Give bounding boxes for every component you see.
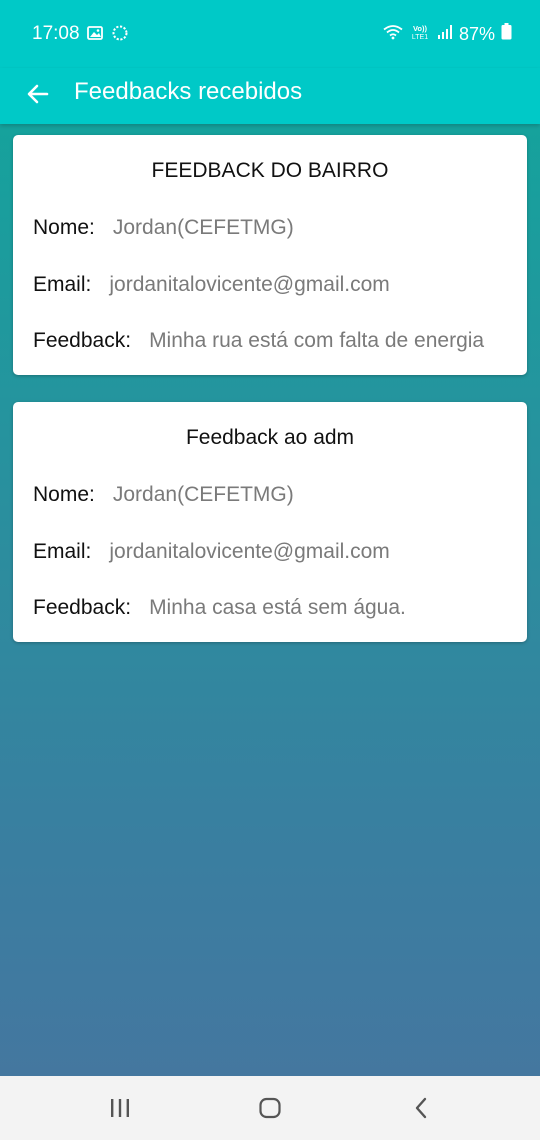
recents-icon — [111, 1099, 129, 1117]
back-button[interactable] — [22, 78, 54, 110]
nome-row: Nome: Jordan(CEFETMG) — [33, 480, 515, 510]
battery-icon — [501, 23, 512, 45]
back-icon — [415, 1097, 427, 1119]
email-row: Email: jordanitalovicente@gmail.com — [33, 537, 515, 567]
feedback-card: FEEDBACK DO BAIRRO Nome: Jordan(CEFETMG) … — [13, 135, 527, 375]
system-nav-bar — [0, 1076, 540, 1140]
feedback-row: Feedback: Minha casa está sem água. — [33, 593, 515, 623]
status-system-icons: Vo)) LTE1 87% — [383, 22, 512, 46]
email-label: Email: — [33, 540, 92, 563]
battery-percent: 87% — [458, 24, 495, 44]
status-time: 17:08 — [32, 23, 80, 44]
volte-icon: Vo)) LTE1 — [409, 23, 431, 46]
home-button[interactable] — [250, 1094, 290, 1122]
svg-text:Vo)): Vo)) — [413, 24, 428, 33]
home-icon — [259, 1097, 281, 1119]
nome-row: Nome: Jordan(CEFETMG) — [33, 213, 515, 243]
email-value: jordanitalovicente@gmail.com — [109, 540, 390, 563]
app-bar: Feedbacks recebidos — [0, 68, 540, 124]
feedback-card-title: FEEDBACK DO BAIRRO — [151, 159, 389, 182]
feedback-card: Feedback ao adm Nome: Jordan(CEFETMG) Ema… — [13, 402, 527, 642]
nome-label: Nome: — [33, 216, 95, 239]
status-notification-icons — [87, 24, 129, 47]
nome-value: Jordan(CEFETMG) — [112, 216, 294, 239]
recents-button[interactable] — [100, 1094, 140, 1122]
feedback-label: Feedback: — [33, 596, 132, 619]
svg-text:LTE1: LTE1 — [412, 34, 428, 41]
feedback-row: Feedback: Minha rua está com falta de ene… — [33, 326, 515, 356]
arrow-back-icon — [27, 84, 49, 104]
feedback-card-title: Feedback ao adm — [185, 426, 355, 449]
nome-value: Jordan(CEFETMG) — [112, 483, 294, 506]
nav-back-button[interactable] — [402, 1094, 442, 1122]
email-row: Email: jordanitalovicente@gmail.com — [33, 270, 515, 300]
feedback-value: Minha casa está sem água. — [149, 596, 406, 619]
email-value: jordanitalovicente@gmail.com — [109, 273, 390, 296]
nome-label: Nome: — [33, 483, 95, 506]
page-title: Feedbacks recebidos — [74, 78, 303, 105]
sync-icon — [111, 24, 129, 47]
feedback-value: Minha rua está com falta de energia — [149, 329, 485, 352]
signal-icon — [437, 24, 453, 45]
feedback-label: Feedback: — [33, 329, 132, 352]
wifi-icon — [383, 24, 403, 45]
image-icon — [87, 25, 103, 46]
status-bar: 17:08 Vo)) LTE1 87% — [0, 0, 540, 68]
email-label: Email: — [33, 273, 92, 296]
